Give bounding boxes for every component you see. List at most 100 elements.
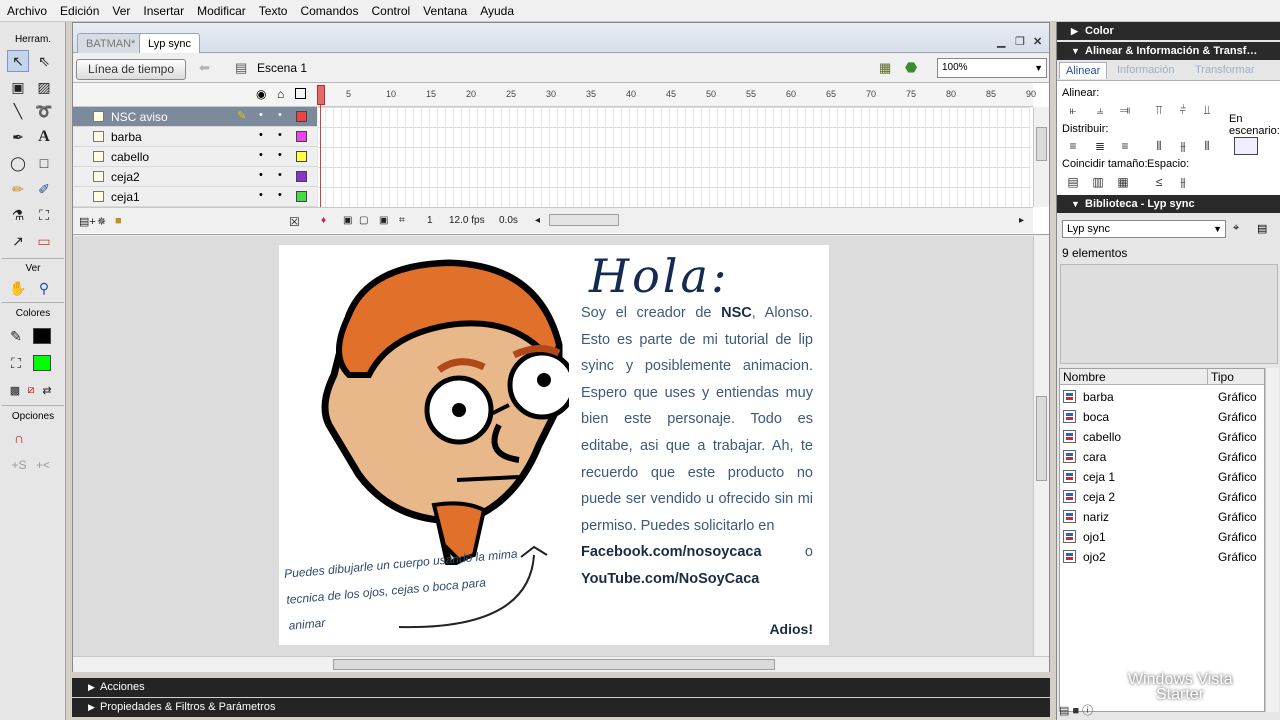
tab-informacion[interactable]: Información — [1117, 64, 1174, 76]
space-vertical-icon[interactable]: ≤ — [1151, 175, 1167, 189]
lock-dot[interactable]: • — [278, 149, 282, 161]
menu-item-edicion[interactable]: Edición — [53, 0, 105, 22]
text-tool-icon[interactable]: A — [33, 126, 55, 148]
layer-row[interactable]: barba • • — [73, 127, 317, 147]
lock-dot[interactable]: • — [278, 169, 282, 181]
align-vcenter-icon[interactable]: ⫩ — [1175, 103, 1191, 117]
distribute-vcenter-icon[interactable]: ≣ — [1092, 139, 1108, 153]
pin-library-icon[interactable]: ⌖ — [1233, 222, 1239, 235]
col-nombre[interactable]: Nombre — [1060, 369, 1208, 385]
onion-skin-icon[interactable]: ▣ — [343, 215, 352, 226]
library-item[interactable]: cabello Gráfico — [1060, 427, 1264, 447]
fill-color-swatch[interactable] — [33, 355, 51, 371]
library-item[interactable]: cara Gráfico — [1060, 447, 1264, 467]
scroll-right-icon[interactable]: ▸ — [1019, 215, 1024, 226]
layer-row[interactable]: ceja1 • • — [73, 187, 317, 207]
stroke-color-swatch[interactable] — [33, 328, 51, 344]
timeline-vertical-scrollbar[interactable] — [1033, 107, 1049, 207]
distribute-left-icon[interactable]: ⫴ — [1151, 139, 1167, 153]
match-width-icon[interactable]: ▤ — [1065, 175, 1081, 189]
match-both-icon[interactable]: ▦ — [1115, 175, 1131, 189]
playhead[interactable] — [317, 85, 325, 105]
library-item[interactable]: boca Gráfico — [1060, 407, 1264, 427]
align-top-icon[interactable]: ⫪ — [1151, 103, 1167, 117]
actions-panel-header[interactable]: ▶ Acciones — [72, 678, 1050, 697]
ink-bottle-tool-icon[interactable]: ⚗ — [7, 204, 29, 226]
library-item[interactable]: nariz Gráfico — [1060, 507, 1264, 527]
gradient-transform-tool-icon[interactable]: ▨ — [33, 76, 55, 98]
center-frame-icon[interactable]: ♦ — [321, 215, 326, 226]
trash-icon[interactable]: ☒ — [289, 215, 300, 229]
scroll-left-icon[interactable]: ◂ — [535, 215, 540, 226]
menu-item-comandos[interactable]: Comandos — [293, 0, 364, 22]
add-layer-icon[interactable]: ▤+ — [79, 215, 96, 228]
menu-item-texto[interactable]: Texto — [252, 0, 294, 22]
menu-item-control[interactable]: Control — [364, 0, 416, 22]
space-horizontal-icon[interactable]: ⫵ — [1175, 175, 1191, 189]
oval-tool-icon[interactable]: ◯ — [7, 152, 29, 174]
properties-panel-header[interactable]: ▶ Propiedades & Filtros & Parámetros — [72, 698, 1050, 717]
menu-item-ver[interactable]: Ver — [105, 0, 136, 22]
visibility-dot[interactable]: • — [259, 129, 263, 141]
color-panel-header[interactable]: ▶ Color — [1057, 22, 1280, 40]
swap-colors-icon[interactable]: ⇄ — [36, 379, 58, 401]
straighten-icon[interactable]: +< — [32, 454, 54, 476]
hand-tool-icon[interactable]: ✋ — [7, 277, 29, 299]
pencil-tool-icon[interactable]: ✏ — [7, 178, 29, 200]
lasso-tool-icon[interactable]: ➰ — [33, 100, 55, 122]
menu-item-modificar[interactable]: Modificar — [190, 0, 252, 22]
subselection-tool-icon[interactable]: ⇖ — [33, 50, 55, 72]
col-tipo[interactable]: Tipo — [1208, 369, 1264, 385]
distribute-bottom-icon[interactable]: ≡ — [1117, 139, 1133, 153]
tab-lyp-sync[interactable]: Lyp sync — [139, 33, 201, 53]
menu-item-archivo[interactable]: Archivo — [0, 0, 53, 22]
edit-scene-icon[interactable]: ▦ — [879, 60, 891, 76]
visibility-dot[interactable]: • — [259, 149, 263, 161]
paint-bucket-tool-icon[interactable]: ⛶ — [33, 204, 55, 226]
eye-icon[interactable]: ◉ — [256, 87, 266, 101]
lock-dot[interactable]: • — [278, 129, 282, 141]
timeline-hscroll-thumb[interactable] — [549, 214, 619, 226]
menu-item-insertar[interactable]: Insertar — [136, 0, 190, 22]
align-bottom-icon[interactable]: ⫫ — [1199, 103, 1215, 117]
library-vertical-scrollbar[interactable] — [1265, 368, 1279, 712]
layer-row[interactable]: ceja2 • • — [73, 167, 317, 187]
edit-multiple-frames-icon[interactable]: ▣ — [379, 215, 388, 226]
snap-magnet-icon[interactable]: ∩ — [8, 427, 30, 449]
layer-outline-color[interactable] — [296, 151, 307, 162]
menu-item-ayuda[interactable]: Ayuda — [473, 0, 520, 22]
library-item[interactable]: barba Gráfico — [1060, 387, 1264, 407]
library-panel-header[interactable]: ▼ Biblioteca - Lyp sync — [1057, 195, 1280, 213]
layer-outline-color[interactable] — [296, 111, 307, 122]
stage-vertical-scrollbar[interactable] — [1033, 236, 1049, 656]
new-library-panel-icon[interactable]: ▤ — [1257, 222, 1267, 235]
scroll-thumb[interactable] — [1036, 396, 1047, 481]
selection-tool-icon[interactable]: ↖ — [7, 50, 29, 72]
add-motion-guide-icon[interactable]: ✵ — [97, 215, 106, 228]
restore-icon[interactable]: ❐ — [1015, 35, 1025, 48]
visibility-dot[interactable]: • — [259, 189, 263, 201]
library-item[interactable]: ceja 1 Gráfico — [1060, 467, 1264, 487]
outline-icon[interactable] — [295, 88, 306, 99]
library-select[interactable]: Lyp sync ▼ — [1062, 220, 1226, 238]
tab-alinear[interactable]: Alinear — [1059, 62, 1108, 79]
lock-dot[interactable]: • — [278, 189, 282, 201]
layer-outline-color[interactable] — [296, 131, 307, 142]
brush-tool-icon[interactable]: ✐ — [33, 178, 55, 200]
distribute-hcenter-icon[interactable]: ⫵ — [1175, 139, 1191, 153]
menu-item-ventana[interactable]: Ventana — [416, 0, 473, 22]
tab-batman[interactable]: BATMAN* — [77, 33, 145, 53]
zoom-select[interactable]: 100% ▼ — [937, 58, 1047, 78]
visibility-dot[interactable]: • — [259, 109, 263, 121]
rectangle-tool-icon[interactable]: □ — [33, 152, 55, 174]
close-icon[interactable]: ✕ — [1033, 35, 1042, 48]
modify-onion-markers-icon[interactable]: ⌗ — [399, 215, 405, 226]
distribute-right-icon[interactable]: ⫴ — [1199, 139, 1215, 153]
scroll-thumb[interactable] — [1036, 127, 1047, 161]
pen-tool-icon[interactable]: ✒ — [7, 126, 29, 148]
stage-horizontal-scrollbar[interactable] — [73, 656, 1049, 672]
timeline-toggle-button[interactable]: Línea de tiempo — [76, 59, 186, 80]
library-footer-icons[interactable]: ▤ ■ ⓘ — [1059, 702, 1093, 718]
lock-dot[interactable]: • — [278, 109, 282, 121]
align-hcenter-icon[interactable]: ⫨ — [1092, 103, 1108, 117]
